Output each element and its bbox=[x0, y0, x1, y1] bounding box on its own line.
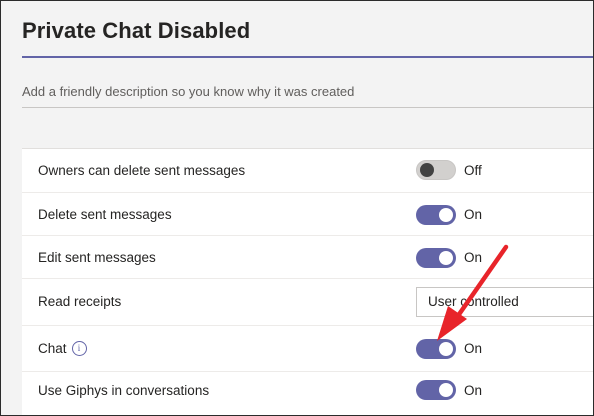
window-frame: Private Chat Disabled Add a friendly des… bbox=[0, 0, 594, 416]
annotation-arrow-shaft bbox=[450, 244, 509, 326]
annotation-arrow bbox=[437, 244, 509, 341]
